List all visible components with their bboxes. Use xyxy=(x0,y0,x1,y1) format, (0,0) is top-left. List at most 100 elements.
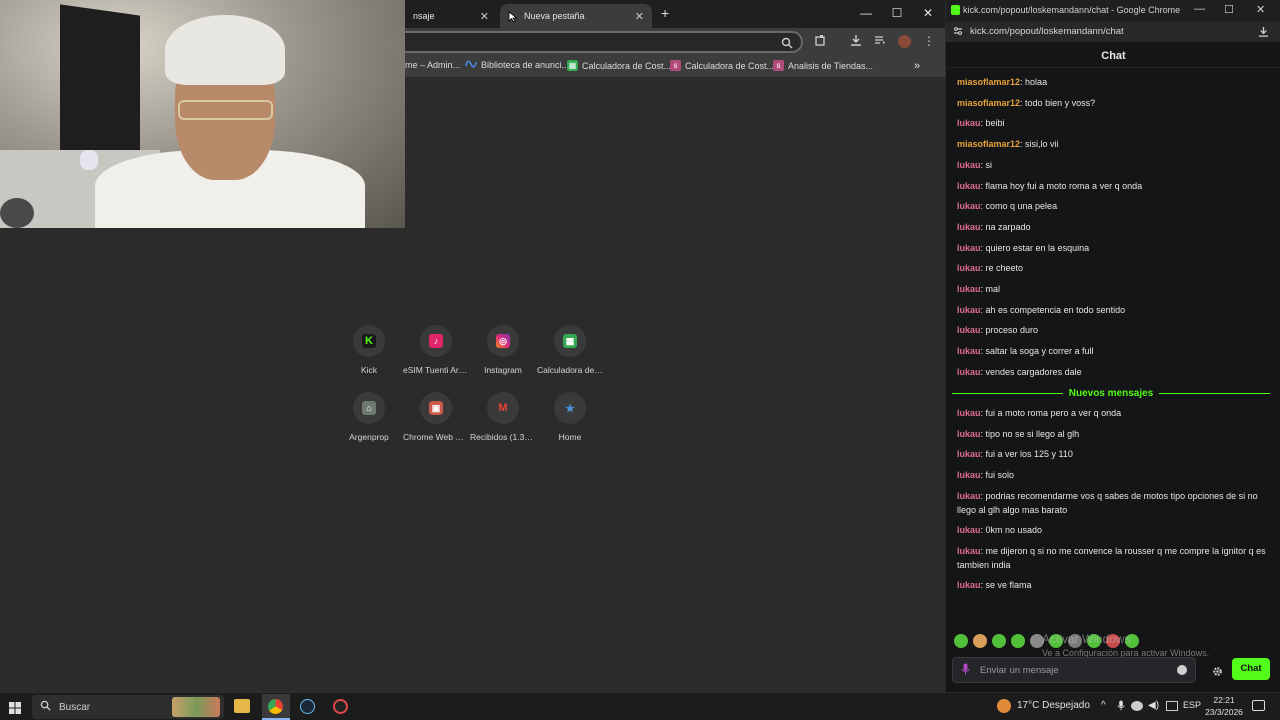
bookmark-item[interactable]: s Calculadora de Cost... xyxy=(670,60,774,71)
extensions-icon[interactable] xyxy=(812,34,830,49)
chat-username[interactable]: miasoflamar12 xyxy=(957,77,1020,87)
shortcut-tile: ⌂ xyxy=(353,392,385,424)
language-indicator[interactable]: ESP xyxy=(1183,700,1201,710)
shortcut-webstore[interactable]: ▣ Chrome Web St... xyxy=(403,392,469,442)
chat-username[interactable]: lukau xyxy=(957,284,981,294)
chat-username[interactable]: lukau xyxy=(957,325,981,335)
close-icon[interactable]: ✕ xyxy=(480,10,489,23)
bookmark-label: Analisis de Tiendas... xyxy=(788,60,874,71)
minimize-icon[interactable]: — xyxy=(858,6,874,20)
chat-message-input[interactable]: Enviar un mensaje xyxy=(952,657,1196,683)
emote-icon[interactable] xyxy=(992,634,1006,648)
close-window-icon[interactable]: ✕ xyxy=(920,6,936,20)
download-icon[interactable] xyxy=(1258,26,1269,40)
clock[interactable]: 22:21 23/3/2026 xyxy=(1202,694,1246,718)
chat-username[interactable]: lukau xyxy=(957,160,981,170)
weather-icon[interactable] xyxy=(997,699,1011,713)
chat-username[interactable]: lukau xyxy=(957,491,981,501)
chat-username[interactable]: lukau xyxy=(957,580,981,590)
new-tab-button[interactable]: + xyxy=(661,5,669,21)
chat-username[interactable]: lukau xyxy=(957,263,981,273)
chat-username[interactable]: lukau xyxy=(957,243,981,253)
site-settings-icon[interactable] xyxy=(953,26,963,39)
chat-popout-window: kick.com/popout/loskemandann/chat - Goog… xyxy=(945,0,1280,692)
menu-icon[interactable]: ⋮ xyxy=(920,34,938,48)
cloud-icon[interactable] xyxy=(1131,701,1143,711)
emote-icon[interactable] xyxy=(954,634,968,648)
maximize-icon[interactable]: ☐ xyxy=(1224,3,1234,16)
chat-username[interactable]: lukau xyxy=(957,470,981,480)
chat-message: miasoflamar12: holaa xyxy=(957,75,1267,89)
search-icon xyxy=(40,700,51,714)
shortcut-tile: ▣ xyxy=(420,392,452,424)
close-icon[interactable]: ✕ xyxy=(635,10,644,23)
taskbar-search[interactable]: Buscar xyxy=(32,695,224,719)
chat-send-button[interactable]: Chat xyxy=(1232,658,1270,680)
emote-icon[interactable] xyxy=(973,634,987,648)
chrome-taskbar-active[interactable] xyxy=(262,694,290,720)
obs-icon[interactable] xyxy=(333,699,348,714)
chat-username[interactable]: lukau xyxy=(957,346,981,356)
windows-activation-title: Activar Windows xyxy=(1042,632,1131,646)
notifications-icon[interactable] xyxy=(1252,700,1265,711)
address-bar[interactable] xyxy=(405,31,803,53)
shortcut-instagram[interactable]: ◎ Instagram xyxy=(470,325,536,375)
steam-icon[interactable] xyxy=(300,699,315,714)
chat-message-text: : proceso duro xyxy=(980,325,1039,336)
chat-url-bar[interactable]: kick.com/popout/loskemandann/chat xyxy=(946,22,1280,42)
chat-username[interactable]: lukau xyxy=(957,201,981,211)
network-icon[interactable] xyxy=(1166,701,1178,711)
media-control-icon[interactable] xyxy=(871,34,889,49)
shortcut-argenprop[interactable]: ⌂ Argenprop xyxy=(336,392,402,442)
bookmark-item[interactable]: ▦ Calculadora de Cost... xyxy=(567,60,671,71)
chat-message-text: : ah es competencia en todo sentido xyxy=(980,304,1126,315)
chat-message-text: : re cheeto xyxy=(980,263,1024,274)
bookmark-item[interactable]: Biblioteca de anunci... xyxy=(465,60,569,70)
download-icon[interactable] xyxy=(847,34,865,49)
search-icon[interactable] xyxy=(781,36,793,54)
chat-username[interactable]: lukau xyxy=(957,367,981,377)
tab-previous[interactable]: nsaje ✕ xyxy=(405,4,497,28)
close-window-icon[interactable]: ✕ xyxy=(1256,3,1265,16)
chat-username[interactable]: lukau xyxy=(957,222,981,232)
volume-icon[interactable]: ◀) xyxy=(1148,700,1159,711)
weather-text[interactable]: 17°C Despejado xyxy=(1017,700,1090,711)
chat-username[interactable]: lukau xyxy=(957,449,981,459)
windows-start-icon[interactable] xyxy=(9,701,21,719)
chat-username[interactable]: lukau xyxy=(957,429,981,439)
shortcut-tuenti[interactable]: ♪ eSIM Tuenti Arg... xyxy=(403,325,469,375)
minimize-icon[interactable]: — xyxy=(1194,3,1205,15)
shortcut-kick[interactable]: K Kick xyxy=(336,325,402,375)
chat-message: lukau: fui a moto roma pero a ver q onda xyxy=(957,406,1267,420)
chevron-up-icon[interactable]: ^ xyxy=(1101,700,1106,711)
chat-username[interactable]: lukau xyxy=(957,525,981,535)
microphone-icon[interactable] xyxy=(961,663,970,678)
bookmark-label: me – Admin... xyxy=(405,60,461,70)
emote-icon[interactable] xyxy=(1011,634,1025,648)
chat-username[interactable]: miasoflamar12 xyxy=(957,98,1020,108)
shortcut-gmail[interactable]: M Recibidos (1.334) xyxy=(470,392,536,442)
chat-message-text: : mal xyxy=(980,284,1001,294)
bookmarks-overflow-button[interactable]: » xyxy=(914,60,920,72)
shortcut-calculadora[interactable]: ▦ Calculadora de ... xyxy=(537,325,603,375)
new-messages-label: Nuevos mensajes xyxy=(1068,387,1154,399)
chat-username[interactable]: lukau xyxy=(957,118,981,128)
maximize-icon[interactable]: ☐ xyxy=(889,6,905,20)
chat-username[interactable]: lukau xyxy=(957,408,981,418)
chat-username[interactable]: miasoflamar12 xyxy=(957,139,1020,149)
profile-avatar[interactable] xyxy=(898,35,911,48)
chat-username[interactable]: lukau xyxy=(957,181,981,191)
microphone-icon[interactable] xyxy=(1117,700,1125,713)
gear-icon[interactable] xyxy=(1212,664,1223,682)
chat-message-text: : beibi xyxy=(980,118,1005,129)
chat-username[interactable]: lukau xyxy=(957,305,981,315)
chat-username[interactable]: lukau xyxy=(957,546,981,556)
chat-message-text: : tipo no se si llego al glh xyxy=(980,428,1080,439)
tab-new-tab[interactable]: Nueva pestaña ✕ xyxy=(500,4,652,28)
bookmark-item[interactable]: me – Admin... xyxy=(405,60,460,70)
shortcut-home[interactable]: ★ Home xyxy=(537,392,603,442)
emoji-icon[interactable] xyxy=(1177,665,1187,675)
file-explorer-icon[interactable] xyxy=(234,699,250,713)
bookmark-item[interactable]: s Analisis de Tiendas... xyxy=(773,60,873,71)
home-icon: ★ xyxy=(563,401,577,415)
